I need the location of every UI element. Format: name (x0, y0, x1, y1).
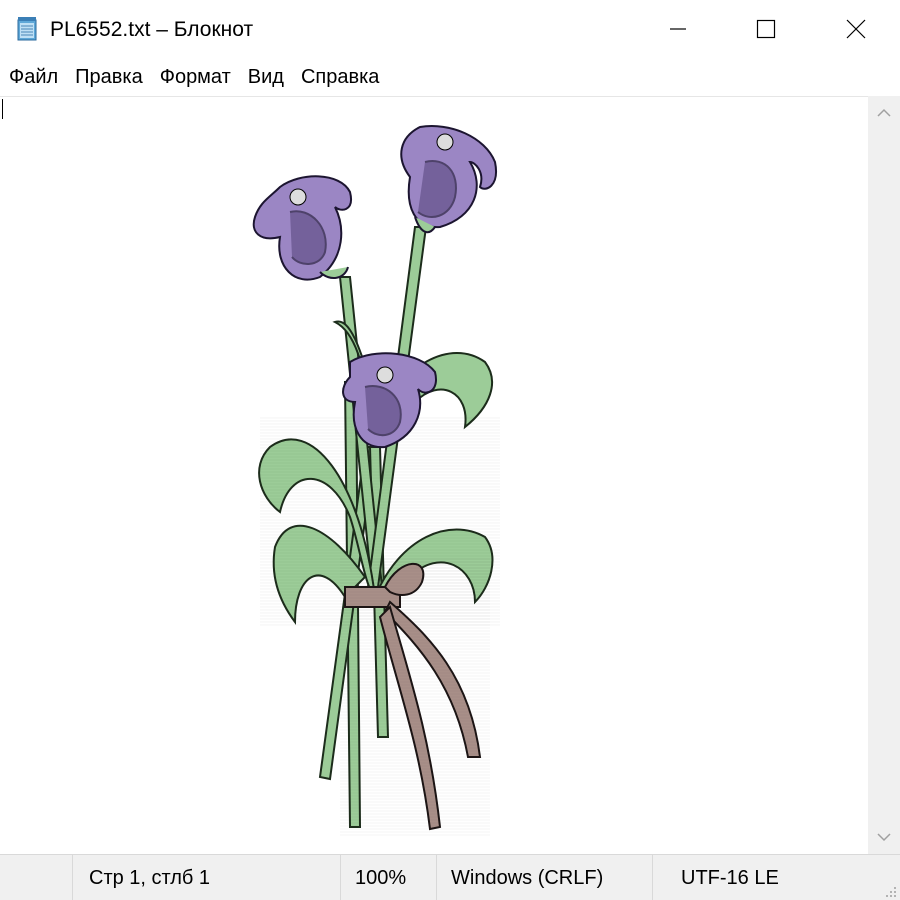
menu-file[interactable]: Файл (0, 59, 66, 95)
close-button[interactable] (810, 0, 900, 58)
menu-view[interactable]: Вид (239, 59, 292, 95)
menu-bar: Файл Правка Формат Вид Справка (0, 58, 900, 96)
status-empty-cell (0, 855, 72, 900)
maximize-button[interactable] (720, 0, 812, 58)
lily-flower-top-left (252, 175, 352, 281)
bouquet-artwork (252, 125, 500, 837)
notepad-icon (17, 17, 37, 41)
ribbon-bow (340, 557, 490, 837)
text-caret (2, 99, 3, 119)
status-line-ending: Windows (CRLF) (436, 855, 652, 900)
menu-edit[interactable]: Правка (66, 59, 151, 95)
window-title: PL6552.txt – Блокнот (50, 18, 254, 41)
minimize-button[interactable] (632, 0, 724, 58)
status-encoding: UTF-16 LE (652, 855, 868, 900)
scroll-down-button[interactable] (868, 820, 900, 854)
status-zoom: 100% (340, 855, 436, 900)
vertical-scrollbar[interactable] (868, 96, 900, 854)
resize-grip-icon[interactable] (882, 883, 898, 899)
text-editor[interactable] (0, 96, 868, 855)
title-bar[interactable]: PL6552.txt – Блокнот (0, 0, 900, 58)
chevron-up-icon (877, 108, 891, 117)
chevron-down-icon (877, 833, 891, 842)
status-bar: Стр 1, стлб 1 100% Windows (CRLF) UTF-16… (0, 854, 900, 900)
status-cursor-position: Стр 1, стлб 1 (72, 855, 340, 900)
close-icon (846, 19, 866, 39)
scroll-up-button[interactable] (868, 96, 900, 130)
menu-help[interactable]: Справка (292, 59, 387, 95)
lily-flower-top-right (400, 125, 497, 234)
maximize-icon (756, 19, 776, 39)
menu-format[interactable]: Формат (151, 59, 239, 95)
notepad-window: PL6552.txt – Блокнот Файл Правка Формат … (0, 0, 900, 900)
minimize-icon (670, 28, 686, 30)
